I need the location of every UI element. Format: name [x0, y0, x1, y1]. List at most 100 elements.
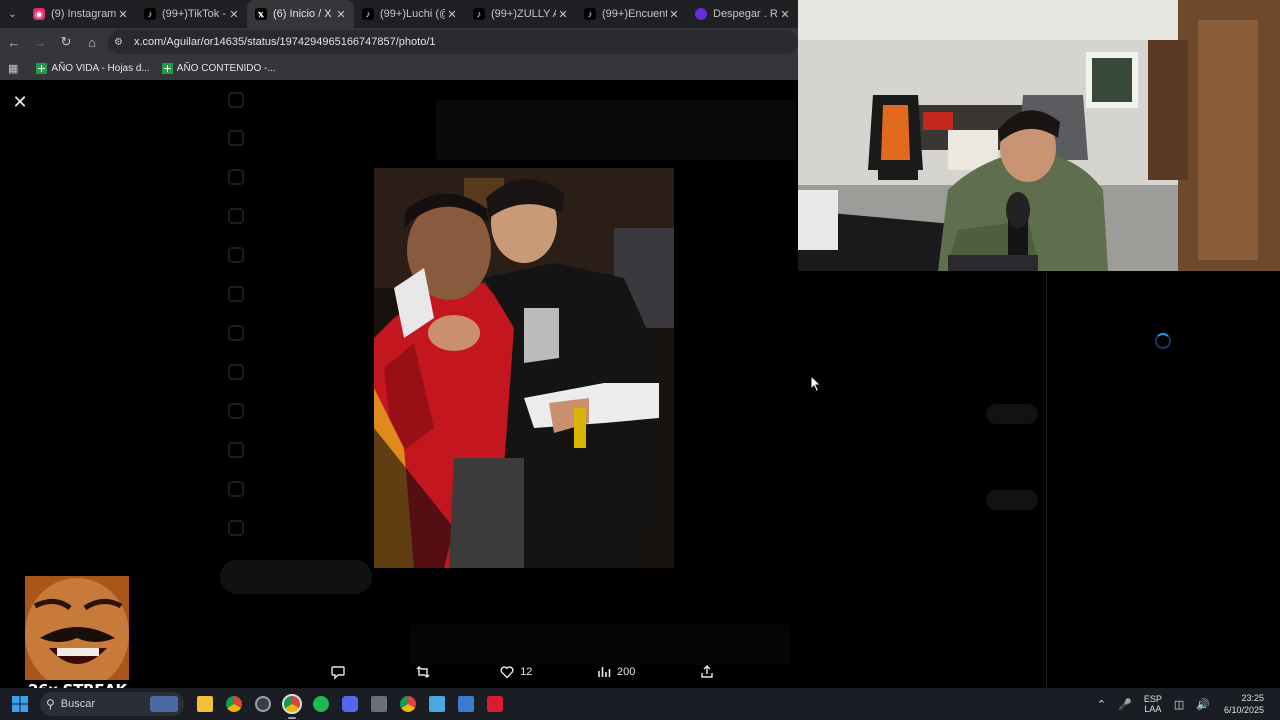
nav-home-item — [228, 130, 258, 146]
tab-tiktok-encuentra[interactable]: ♪ (99+)Encuentra 's ✕ — [576, 0, 687, 28]
tab-title: (9) Instagram — [50, 8, 116, 20]
tab-x-inicio[interactable]: 𝕩 (6) Inicio / X ✕ — [246, 0, 354, 28]
taskbar-search-box[interactable]: ⚲ Buscar — [40, 692, 184, 716]
calculator-icon — [370, 696, 387, 712]
tab-tiktok-zully[interactable]: ♪ (99+)ZULLY AGRA ✕ — [465, 0, 576, 28]
taskbar-spotify[interactable] — [306, 688, 335, 720]
windows-taskbar: ⚲ Buscar ⌃ 🎤 ESP LAA ◫ 🔊 23:25 6/10/2025 — [0, 688, 1280, 720]
language-indicator[interactable]: ESP LAA — [1144, 694, 1162, 714]
taskbar-app-round[interactable] — [248, 688, 277, 720]
microphone-icon[interactable]: 🎤 — [1118, 698, 1132, 711]
mouse-cursor-icon — [810, 375, 822, 393]
language-code: ESP — [1143, 694, 1162, 704]
x-logo-icon: 𝕩 — [254, 8, 267, 20]
taskbar-discord[interactable] — [335, 688, 364, 720]
tab-tiktok-luchi[interactable]: ♪ (99+)Luchi (@luci ✕ — [354, 0, 465, 28]
close-tab-icon[interactable]: ✕ — [445, 8, 459, 21]
browser-toolbar: ← → ↻ ⌂ ⚙ x.com/Aguilar/or14635/status/1… — [0, 28, 798, 56]
display-icon[interactable]: ◫ — [1174, 698, 1184, 711]
loading-spinner-icon — [1155, 333, 1171, 349]
repost-button[interactable] — [415, 664, 436, 680]
webcam-image — [798, 0, 1280, 271]
search-highlight-icon — [150, 696, 178, 712]
post-photo[interactable] — [374, 168, 674, 568]
folder-icon — [196, 696, 213, 712]
search-placeholder: Buscar — [60, 698, 96, 710]
chrome-icon — [225, 696, 242, 712]
tab-instagram[interactable]: ◉ (9) Instagram ✕ — [25, 0, 136, 28]
post-button-ghost — [220, 560, 372, 594]
tab-despegar[interactable]: Despegar . Result ✕ — [687, 0, 798, 28]
views-count: 200 — [617, 666, 636, 678]
taskbar-chrome[interactable] — [219, 688, 248, 720]
photos-icon — [457, 696, 474, 712]
tab-title: (6) Inicio / X — [272, 8, 332, 20]
chrome-icon — [399, 696, 416, 712]
taskbar-file-explorer[interactable] — [190, 688, 219, 720]
share-icon — [701, 665, 713, 678]
reply-button[interactable] — [330, 664, 351, 680]
reply-ghost — [410, 625, 790, 665]
bookmark-ano-vida[interactable]: AÑO VIDA - Hojas d... — [36, 62, 150, 74]
system-tray: ⌃ 🎤 ESP LAA ◫ 🔊 23:25 6/10/2025 — [1091, 688, 1280, 720]
taskbar-stream-app[interactable] — [480, 688, 509, 720]
nav-notifications-item — [228, 208, 258, 224]
close-tab-icon[interactable]: ✕ — [334, 8, 348, 21]
home-icon[interactable]: ⌂ — [80, 30, 104, 54]
nav-grok-item — [228, 286, 258, 302]
close-tab-icon[interactable]: ✕ — [116, 8, 130, 21]
x-logo-icon — [228, 92, 258, 108]
tiktok-icon: ♪ — [584, 8, 596, 20]
tab-search-button[interactable]: ⌄ — [0, 0, 25, 28]
post-actions-bar: 12 200 — [330, 660, 720, 684]
close-tab-icon[interactable]: ✕ — [778, 8, 792, 21]
site-info-icon[interactable]: ⚙ — [114, 37, 130, 48]
follow-button-ghost — [986, 404, 1038, 424]
nav-premium-item — [228, 325, 258, 341]
forward-icon[interactable]: → — [28, 30, 52, 54]
start-button[interactable] — [0, 688, 40, 720]
address-bar[interactable]: ⚙ x.com/Aguilar/or14635/status/197429496… — [108, 30, 798, 54]
reload-icon[interactable]: ↻ — [54, 30, 78, 54]
close-tab-icon[interactable]: ✕ — [667, 8, 681, 21]
close-tab-icon[interactable]: ✕ — [227, 8, 241, 21]
app-icon — [254, 696, 271, 712]
laughing-face-image — [25, 576, 129, 680]
apps-grid-icon[interactable]: ▦ — [8, 62, 18, 75]
bookmark-ano-contenido[interactable]: AÑO CONTENIDO -... — [161, 62, 276, 74]
sheets-icon — [36, 62, 48, 74]
taskbar-chrome-2[interactable] — [393, 688, 422, 720]
heart-icon — [500, 666, 514, 679]
bookmark-label: AÑO VIDA - Hojas d... — [51, 62, 150, 74]
keyboard-layout: LAA — [1144, 704, 1162, 714]
notepad-icon — [428, 696, 445, 712]
tiktok-icon: ♪ — [473, 8, 485, 20]
taskbar-notepad[interactable] — [422, 688, 451, 720]
repost-icon — [416, 666, 430, 678]
discord-icon — [341, 696, 358, 712]
taskbar-photos[interactable] — [451, 688, 480, 720]
share-button[interactable] — [699, 664, 720, 680]
streak-emote — [25, 576, 129, 680]
back-icon[interactable]: ← — [2, 30, 26, 54]
close-tab-icon[interactable]: ✕ — [556, 8, 570, 21]
close-photo-button[interactable]: ✕ — [8, 90, 32, 114]
nav-communities-item — [228, 403, 258, 419]
windows-logo-icon — [12, 696, 28, 712]
url-text: x.com/Aguilar/or14635/status/19742949651… — [134, 36, 436, 48]
like-button[interactable]: 12 — [499, 664, 532, 680]
taskbar-chrome-active[interactable] — [277, 688, 306, 720]
nav-profile-item — [228, 481, 258, 497]
chevron-up-icon[interactable]: ⌃ — [1097, 698, 1106, 711]
tab-tiktok[interactable]: ♪ (99+)TikTok - Ma ✕ — [136, 0, 247, 28]
system-clock[interactable]: 23:25 6/10/2025 — [1224, 692, 1264, 716]
tab-title: (99+)TikTok - Ma — [161, 8, 227, 20]
photo-image — [374, 168, 674, 568]
taskbar-calculator[interactable] — [364, 688, 393, 720]
spotify-icon — [312, 696, 329, 712]
volume-icon[interactable]: 🔊 — [1196, 698, 1210, 711]
views-button[interactable]: 200 — [596, 664, 635, 680]
nav-organizations-item — [228, 442, 258, 458]
like-count: 12 — [520, 666, 533, 678]
tab-title: (99+)Luchi (@luci — [380, 8, 445, 20]
